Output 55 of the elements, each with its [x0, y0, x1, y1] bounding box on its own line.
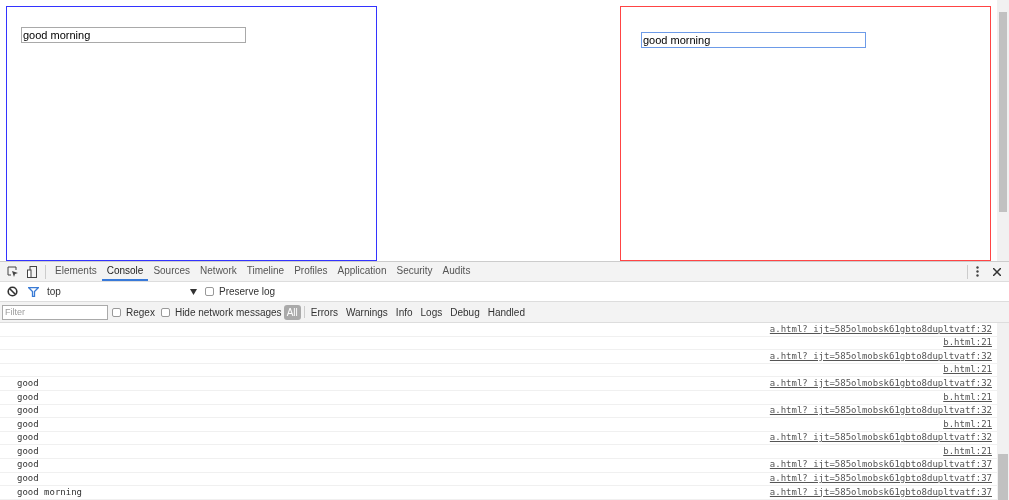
- console-message: good: [17, 417, 39, 431]
- source-link[interactable]: a.html?_ijt=585olmobsk61gbto8dupltvatf:32: [769, 349, 992, 364]
- console-message: good: [17, 404, 39, 418]
- context-selector[interactable]: top: [47, 284, 197, 299]
- source-link[interactable]: b.html:21: [943, 363, 992, 377]
- text-input[interactable]: good morning: [21, 27, 246, 44]
- level-filter[interactable]: Handled: [484, 304, 528, 320]
- scrollbar[interactable]: [997, 0, 1009, 261]
- checkbox[interactable]: Regex: [112, 304, 155, 320]
- more-icon[interactable]: [976, 266, 979, 277]
- source-link[interactable]: a.html?_ijt=585olmobsk61gbto8dupltvatf:37: [769, 485, 992, 500]
- console-message: good: [17, 472, 39, 486]
- level-filter[interactable]: Info: [392, 304, 416, 320]
- tab[interactable]: Audits: [437, 262, 476, 281]
- console-message: good: [17, 390, 39, 404]
- inspect-icon[interactable]: [7, 265, 19, 278]
- scrollbar-thumb[interactable]: [999, 12, 1007, 212]
- tab[interactable]: Sources: [148, 262, 196, 281]
- source-link[interactable]: a.html?_ijt=585olmobsk61gbto8dupltvatf:32: [769, 404, 992, 418]
- checkbox[interactable]: Hide network messages: [160, 304, 282, 320]
- source-link[interactable]: a.html?_ijt=585olmobsk61gbto8dupltvatf:37: [769, 472, 992, 486]
- filter-field[interactable]: Filter: [2, 304, 108, 320]
- tab[interactable]: Application: [332, 262, 392, 281]
- close-icon[interactable]: [993, 267, 1001, 276]
- tab[interactable]: Timeline: [241, 262, 290, 281]
- device-icon[interactable]: [27, 265, 37, 278]
- clear-icon[interactable]: [7, 286, 18, 297]
- scrollbar-thumb[interactable]: [998, 454, 1008, 500]
- tab[interactable]: Profiles: [289, 262, 333, 281]
- tab[interactable]: Elements: [50, 262, 102, 281]
- checkbox[interactable]: Preserve log: [205, 284, 276, 299]
- source-link[interactable]: b.html:21: [943, 417, 992, 432]
- source-link[interactable]: b.html:21: [943, 444, 992, 459]
- level-filter[interactable]: Warnings: [343, 304, 391, 320]
- tab[interactable]: Console: [101, 262, 149, 281]
- source-link[interactable]: a.html?_ijt=585olmobsk61gbto8dupltvatf:32: [769, 376, 992, 391]
- source-link[interactable]: a.html?_ijt=585olmobsk61gbto8dupltvatf:32: [769, 431, 992, 445]
- console-message: good: [17, 458, 39, 472]
- filter-icon[interactable]: [28, 286, 39, 297]
- level-filter[interactable]: Errors: [307, 304, 341, 320]
- tab[interactable]: Network: [195, 262, 242, 281]
- console-message: good: [17, 376, 39, 390]
- level-filter[interactable]: Logs: [417, 304, 446, 320]
- scrollbar[interactable]: [997, 323, 1009, 500]
- source-link[interactable]: b.html:21: [943, 336, 992, 350]
- source-link[interactable]: a.html?_ijt=585olmobsk61gbto8dupltvatf:32: [769, 322, 992, 337]
- text-input[interactable]: good morning: [641, 32, 866, 49]
- console-message: good morning: [17, 485, 83, 499]
- caret-icon: [190, 288, 197, 295]
- level-filter[interactable]: Debug: [447, 304, 483, 320]
- console-message: good: [17, 444, 39, 458]
- console-message: good: [17, 431, 39, 445]
- source-link[interactable]: b.html:21: [943, 390, 992, 404]
- source-link[interactable]: a.html?_ijt=585olmobsk61gbto8dupltvatf:37: [769, 458, 992, 472]
- tab[interactable]: Security: [391, 262, 438, 281]
